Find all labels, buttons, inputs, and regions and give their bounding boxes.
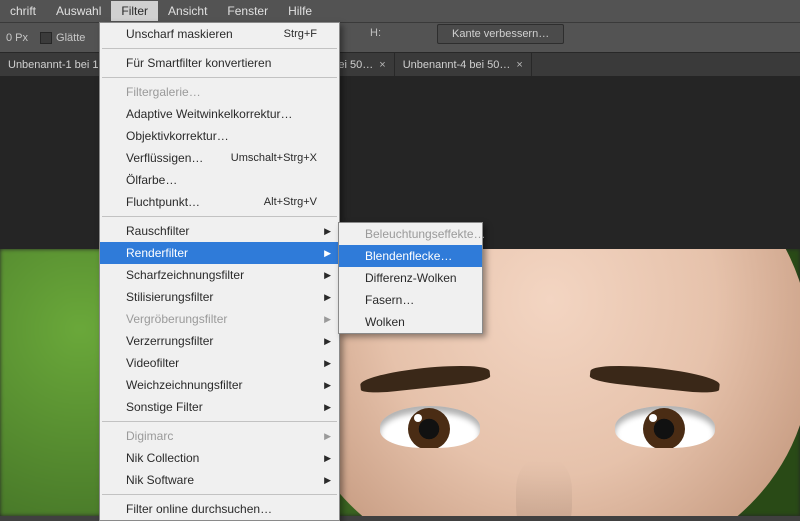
menu-shortcut: Alt+Strg+V (264, 194, 317, 210)
menubar: chriftAuswahlFilterAnsichtFensterHilfe (0, 0, 800, 22)
menu-item-label: Ölfarbe… (126, 172, 177, 188)
renderfilter-submenu: Beleuchtungseffekte… Blendenflecke… Differ… (338, 222, 483, 334)
filter-menu-item[interactable]: Nik Collection ▶ (100, 447, 339, 469)
tab-label: Unbenannt-1 bei 1 (8, 59, 99, 71)
menu-item-label: Filter online durchsuchen… (126, 501, 272, 517)
render-submenu-item[interactable]: Blendenflecke… (339, 245, 482, 267)
menu-item-label: Wolken (365, 314, 405, 330)
menu-item-label: Verzerrungsfilter (126, 333, 213, 349)
filter-menu-item[interactable]: Renderfilter ▶ (100, 242, 339, 264)
menu-item-label: Beleuchtungseffekte… (365, 226, 486, 242)
menubar-item-chrift[interactable]: chrift (0, 1, 46, 21)
menu-separator (102, 77, 337, 78)
menu-item-label: Unscharf maskieren (126, 26, 233, 42)
menubar-item-ansicht[interactable]: Ansicht (158, 1, 217, 21)
aa-checkbox[interactable]: Glätte (40, 32, 85, 44)
menubar-item-fenster[interactable]: Fenster (217, 1, 278, 21)
render-submenu-item[interactable]: Wolken (339, 311, 482, 333)
refine-edge-button[interactable]: Kante verbessern… (437, 24, 564, 44)
menu-item-label: Fluchtpunkt… (126, 194, 200, 210)
submenu-arrow-icon: ▶ (324, 267, 331, 283)
checkbox-icon (40, 32, 52, 44)
menu-item-label: Adaptive Weitwinkelkorrektur… (126, 106, 293, 122)
submenu-arrow-icon: ▶ (324, 311, 331, 327)
tab-label: Unbenannt-4 bei 50… (403, 59, 511, 71)
submenu-arrow-icon: ▶ (324, 377, 331, 393)
filter-menu-item[interactable]: Weichzeichnungsfilter ▶ (100, 374, 339, 396)
menu-item-label: Nik Software (126, 472, 194, 488)
menu-item-label: Stilisierungsfilter (126, 289, 213, 305)
menu-separator (102, 216, 337, 217)
menu-item-label: Nik Collection (126, 450, 199, 466)
render-submenu-item[interactable]: Fasern… (339, 289, 482, 311)
menu-item-label: Vergröberungsfilter (126, 311, 227, 327)
submenu-arrow-icon: ▶ (324, 289, 331, 305)
options-px-value: 0 Px (6, 32, 28, 44)
menu-item-label: Renderfilter (126, 245, 188, 261)
menubar-item-filter[interactable]: Filter (111, 1, 158, 21)
menubar-item-auswahl[interactable]: Auswahl (46, 1, 111, 21)
filter-menu-item[interactable]: Rauschfilter ▶ (100, 220, 339, 242)
close-icon[interactable]: × (379, 59, 385, 71)
filter-menu-item[interactable]: Sonstige Filter ▶ (100, 396, 339, 418)
submenu-arrow-icon: ▶ (324, 355, 331, 371)
submenu-arrow-icon: ▶ (324, 223, 331, 239)
filter-menu-item[interactable]: Nik Software ▶ (100, 469, 339, 491)
filter-menu-dropdown: Unscharf maskieren Strg+F Für Smartfilter … (99, 22, 340, 521)
submenu-arrow-icon: ▶ (324, 399, 331, 415)
menu-item-label: Sonstige Filter (126, 399, 203, 415)
menu-item-label: Differenz-Wolken (365, 270, 457, 286)
filter-menu-item: Digimarc ▶ (100, 425, 339, 447)
filter-menu-item[interactable]: Unscharf maskieren Strg+F (100, 23, 339, 45)
menu-item-label: Objektivkorrektur… (126, 128, 229, 144)
menu-item-label: Scharfzeichnungsfilter (126, 267, 244, 283)
filter-menu-item[interactable]: Für Smartfilter konvertieren (100, 52, 339, 74)
menu-item-label: Videofilter (126, 355, 179, 371)
filter-menu-item: Filtergalerie… (100, 81, 339, 103)
menu-item-label: Weichzeichnungsfilter (126, 377, 243, 393)
submenu-arrow-icon: ▶ (324, 450, 331, 466)
filter-menu-item[interactable]: Fluchtpunkt… Alt+Strg+V (100, 191, 339, 213)
filter-menu-item[interactable]: Stilisierungsfilter ▶ (100, 286, 339, 308)
filter-menu-item[interactable]: Scharfzeichnungsfilter ▶ (100, 264, 339, 286)
filter-menu-item[interactable]: Adaptive Weitwinkelkorrektur… (100, 103, 339, 125)
close-icon[interactable]: × (516, 59, 522, 71)
submenu-arrow-icon: ▶ (324, 472, 331, 488)
menu-item-label: Digimarc (126, 428, 173, 444)
menu-item-label: Filtergalerie… (126, 84, 201, 100)
submenu-arrow-icon: ▶ (324, 428, 331, 444)
aa-label: Glätte (56, 32, 85, 44)
height-label: H: (370, 27, 381, 39)
submenu-arrow-icon: ▶ (324, 333, 331, 349)
menu-separator (102, 494, 337, 495)
menu-item-label: Fasern… (365, 292, 414, 308)
filter-menu-item[interactable]: Ölfarbe… (100, 169, 339, 191)
menu-item-label: Rauschfilter (126, 223, 189, 239)
filter-menu-item[interactable]: Videofilter ▶ (100, 352, 339, 374)
menu-item-label: Verflüssigen… (126, 150, 203, 166)
menu-item-label: Für Smartfilter konvertieren (126, 55, 271, 71)
filter-menu-item: Vergröberungsfilter ▶ (100, 308, 339, 330)
filter-menu-item[interactable]: Verzerrungsfilter ▶ (100, 330, 339, 352)
menu-shortcut: Strg+F (284, 26, 317, 42)
menu-separator (102, 421, 337, 422)
filter-menu-item[interactable]: Verflüssigen… Umschalt+Strg+X (100, 147, 339, 169)
menu-separator (102, 48, 337, 49)
menu-item-label: Blendenflecke… (365, 248, 452, 264)
submenu-arrow-icon: ▶ (324, 245, 331, 261)
filter-menu-item[interactable]: Filter online durchsuchen… (100, 498, 339, 520)
menu-shortcut: Umschalt+Strg+X (231, 150, 317, 166)
filter-menu-item[interactable]: Objektivkorrektur… (100, 125, 339, 147)
render-submenu-item[interactable]: Differenz-Wolken (339, 267, 482, 289)
render-submenu-item: Beleuchtungseffekte… (339, 223, 482, 245)
menubar-item-hilfe[interactable]: Hilfe (278, 1, 322, 21)
document-tab[interactable]: Unbenannt-4 bei 50… × (395, 53, 532, 76)
